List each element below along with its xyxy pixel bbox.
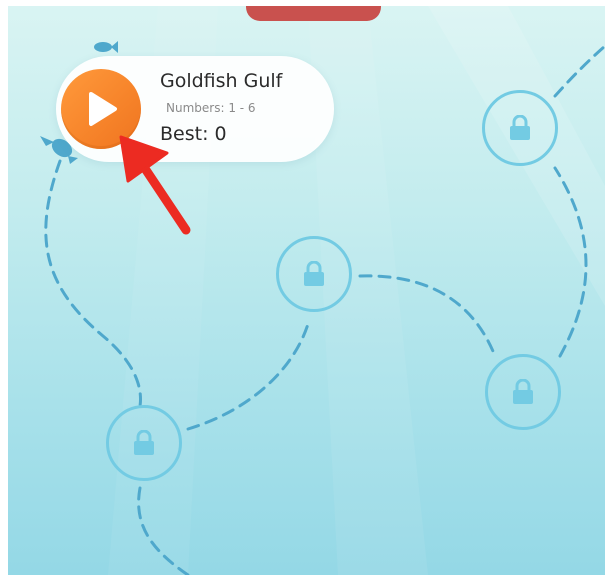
screenshot: Goldfish Gulf Numbers: 1 - 6 Best: 0	[0, 0, 613, 581]
pointer-arrow-icon	[119, 135, 191, 235]
